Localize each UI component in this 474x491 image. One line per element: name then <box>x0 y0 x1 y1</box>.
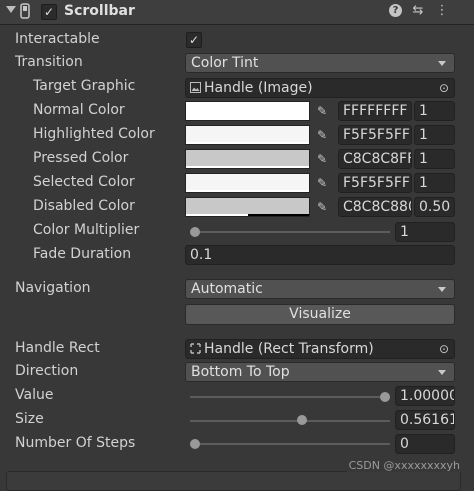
help-icon[interactable]: ? <box>389 4 402 17</box>
scrollbar-component-icon <box>20 3 30 19</box>
interactable-label: Interactable <box>15 31 100 47</box>
size-field[interactable]: 0.56161 <box>395 410 455 430</box>
size-label: Size <box>15 411 44 427</box>
visualize-button[interactable]: Visualize <box>185 304 455 325</box>
eyedropper-icon[interactable]: ✎ <box>311 197 333 217</box>
inspector-panel: ✓ Scrollbar ? ⇆ ⋮ Interactable ✓ Transit… <box>0 0 474 491</box>
pressed-color-multiplier[interactable]: 1 <box>414 149 455 169</box>
presets-icon[interactable]: ⇆ <box>410 3 426 19</box>
selected-color-swatch[interactable] <box>185 173 310 193</box>
number-of-steps-slider-track[interactable] <box>190 443 390 445</box>
color-multiplier-label: Color Multiplier <box>33 222 140 238</box>
chevron-down-icon <box>438 370 446 375</box>
fade-duration-field[interactable]: 0.1 <box>185 245 455 265</box>
number-of-steps-field[interactable]: 0 <box>395 434 455 454</box>
value-slider-handle[interactable] <box>380 392 390 402</box>
next-component-header[interactable] <box>6 471 461 491</box>
chevron-down-icon <box>438 287 446 292</box>
color-multiplier-field[interactable]: 1 <box>395 222 455 242</box>
highlighted-color-label: Highlighted Color <box>33 126 155 142</box>
eyedropper-icon[interactable]: ✎ <box>311 125 333 145</box>
value-label: Value <box>15 387 54 403</box>
normal-color-multiplier[interactable]: 1 <box>414 101 455 121</box>
target-graphic-field[interactable]: Handle (Image) ⊙ <box>185 78 455 98</box>
direction-value: Bottom To Top <box>191 364 290 380</box>
selected-color-label: Selected Color <box>33 174 135 190</box>
image-icon <box>190 82 201 93</box>
component-title: Scrollbar <box>64 3 135 19</box>
pressed-color-hex[interactable]: C8C8C8FF <box>338 149 412 169</box>
object-picker-icon[interactable]: ⊙ <box>434 79 454 97</box>
handle-rect-label: Handle Rect <box>15 340 100 356</box>
navigation-label: Navigation <box>15 280 91 296</box>
pressed-color-label: Pressed Color <box>33 150 129 166</box>
eyedropper-icon[interactable]: ✎ <box>311 173 333 193</box>
size-slider-handle[interactable] <box>296 415 307 425</box>
eyedropper-icon[interactable]: ✎ <box>311 149 333 169</box>
component-menu-icon[interactable]: ⋮ <box>434 3 450 19</box>
object-picker-icon[interactable]: ⊙ <box>434 340 454 358</box>
target-graphic-label: Target Graphic <box>33 78 136 94</box>
normal-color-swatch[interactable] <box>185 101 310 121</box>
transition-dropdown[interactable]: Color Tint <box>185 53 455 73</box>
size-slider-track[interactable] <box>190 420 390 422</box>
pressed-color-swatch[interactable] <box>185 149 310 169</box>
chevron-down-icon <box>438 61 446 66</box>
direction-label: Direction <box>15 363 79 379</box>
selected-color-hex[interactable]: F5F5F5FF <box>338 173 412 193</box>
alpha-bar <box>186 214 248 216</box>
navigation-dropdown[interactable]: Automatic <box>185 279 455 299</box>
handle-rect-field[interactable]: Handle (Rect Transform) ⊙ <box>185 339 455 359</box>
value-slider-track[interactable] <box>190 396 390 398</box>
component-enabled-checkbox[interactable]: ✓ <box>41 4 57 20</box>
transition-label: Transition <box>15 54 83 70</box>
direction-dropdown[interactable]: Bottom To Top <box>185 362 455 382</box>
normal-color-hex[interactable]: FFFFFFFF <box>338 101 412 121</box>
disabled-color-hex[interactable]: C8C8C880 <box>338 197 412 217</box>
foldout-arrow-icon[interactable] <box>6 6 16 13</box>
watermark: CSDN @xxxxxxxxyh <box>346 459 462 472</box>
highlighted-color-hex[interactable]: F5F5F5FF <box>338 125 412 145</box>
value-field[interactable]: 1.00000 <box>395 386 455 406</box>
normal-color-label: Normal Color <box>33 102 125 118</box>
color-multiplier-slider-handle[interactable] <box>190 227 200 237</box>
color-multiplier-slider-track[interactable] <box>190 231 390 233</box>
navigation-value: Automatic <box>191 281 263 297</box>
transition-value: Color Tint <box>191 55 259 71</box>
component-header[interactable]: ✓ Scrollbar ? ⇆ ⋮ <box>0 0 474 25</box>
fade-duration-label: Fade Duration <box>33 246 132 262</box>
highlighted-color-swatch[interactable] <box>185 125 310 145</box>
target-graphic-value: Handle (Image) <box>204 80 313 96</box>
disabled-color-multiplier[interactable]: 0.50 <box>414 197 455 217</box>
selected-color-multiplier[interactable]: 1 <box>414 173 455 193</box>
rect-transform-icon <box>190 343 201 354</box>
number-of-steps-label: Number Of Steps <box>15 435 136 451</box>
interactable-checkbox[interactable]: ✓ <box>186 32 202 48</box>
disabled-color-swatch[interactable] <box>185 197 310 217</box>
eyedropper-icon[interactable]: ✎ <box>311 101 333 121</box>
disabled-color-label: Disabled Color <box>33 198 135 214</box>
handle-rect-value: Handle (Rect Transform) <box>204 341 374 357</box>
number-of-steps-slider-handle[interactable] <box>190 439 200 449</box>
highlighted-color-multiplier[interactable]: 1 <box>414 125 455 145</box>
